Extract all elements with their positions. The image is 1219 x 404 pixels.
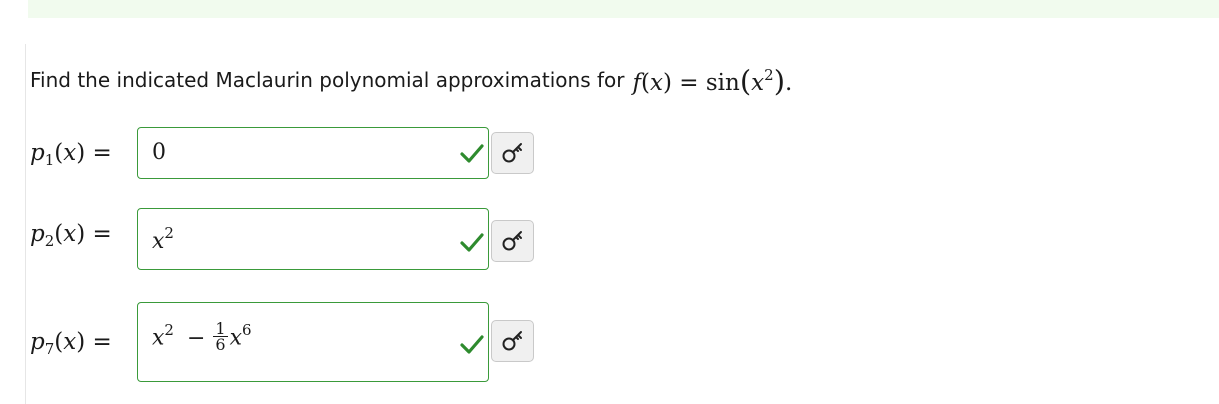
- preview-button-p1[interactable]: [491, 132, 534, 174]
- row-label-p7: p7(x) =: [30, 329, 112, 358]
- function-name: f: [632, 70, 641, 96]
- function-definition: f(x) = sin(x2).: [632, 64, 793, 98]
- prompt-text: Find the indicated Maclaurin polynomial …: [30, 68, 625, 92]
- answer-value-p2: x2: [152, 224, 174, 254]
- preview-button-p7[interactable]: [491, 320, 534, 362]
- answer-input-p1[interactable]: 0: [137, 127, 489, 179]
- checkmark-icon: [460, 335, 484, 354]
- question-prompt: Find the indicated Maclaurin polynomial …: [30, 60, 792, 100]
- answer-row-p1: p1(x) =: [30, 127, 137, 179]
- answer-value-p1: 0: [152, 140, 166, 165]
- answer-row-p2: p2(x) =: [30, 208, 137, 260]
- row-label-p1: p1(x) =: [30, 140, 112, 169]
- row-label-p2: p2(x) =: [30, 221, 112, 250]
- answer-row-p7: p7(x) =: [30, 316, 137, 368]
- checkmark-icon: [460, 233, 484, 252]
- key-icon: [502, 331, 522, 351]
- answer-input-p7[interactable]: x2 −1 6 x6: [137, 302, 489, 382]
- key-icon: [502, 143, 522, 163]
- answer-input-p2[interactable]: x2: [137, 208, 489, 270]
- key-icon: [502, 231, 522, 251]
- top-banner: [28, 0, 1219, 18]
- checkmark-icon: [460, 144, 484, 163]
- prompt-period: .: [785, 70, 793, 96]
- equals-sign: =: [679, 70, 699, 96]
- card-left-border: [25, 44, 26, 404]
- sin-label: sin: [705, 70, 740, 96]
- answer-value-p7: x2 −1 6 x6: [152, 319, 252, 354]
- preview-button-p2[interactable]: [491, 220, 534, 262]
- function-var: x: [649, 70, 663, 96]
- sin-arg-var: x: [751, 70, 765, 96]
